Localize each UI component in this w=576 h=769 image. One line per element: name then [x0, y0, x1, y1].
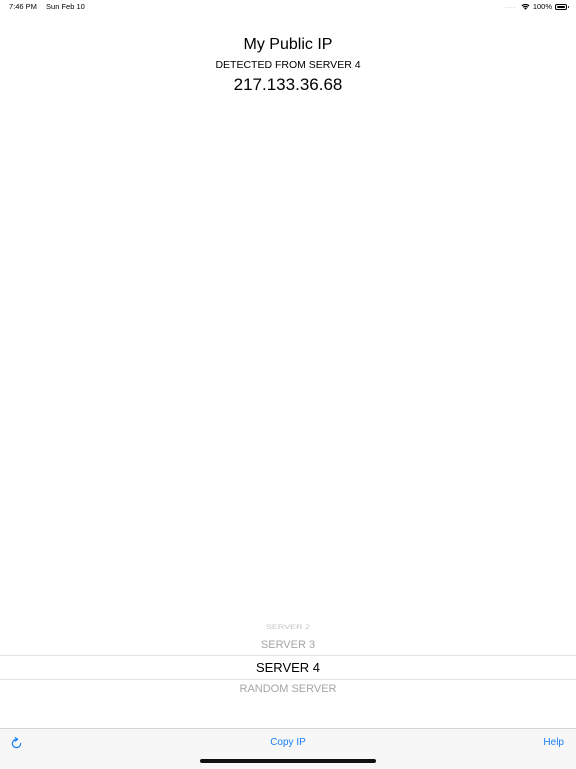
- help-button[interactable]: Help: [543, 737, 564, 748]
- status-left: 7:46 PM Sun Feb 10: [9, 2, 85, 11]
- server-picker[interactable]: SERVER 2 SERVER 3 SERVER 4 RANDOM SERVER: [0, 612, 576, 707]
- picker-selection-line-top: [0, 655, 576, 656]
- picker-item-random-server[interactable]: RANDOM SERVER: [0, 683, 576, 695]
- wifi-icon: [521, 3, 530, 10]
- ip-address: 217.133.36.68: [233, 75, 343, 94]
- status-right: .... 100%: [505, 2, 569, 11]
- page-title: My Public IP: [243, 36, 333, 53]
- status-time: 7:46 PM: [9, 2, 37, 11]
- picker-selection-line-bottom: [0, 679, 576, 680]
- battery-percent: 100%: [532, 2, 552, 11]
- home-indicator: [200, 759, 376, 763]
- battery-icon: [555, 3, 569, 10]
- picker-item-server-4-selected[interactable]: SERVER 4: [0, 660, 576, 675]
- status-date: Sun Feb 10: [46, 2, 85, 11]
- detected-from-label: DETECTED FROM SERVER 4: [215, 59, 361, 71]
- picker-item-server-3[interactable]: SERVER 3: [0, 639, 576, 651]
- copy-ip-button[interactable]: Copy IP: [270, 737, 306, 748]
- status-bar: 7:46 PM Sun Feb 10 .... 100%: [0, 0, 576, 14]
- ip-header: My Public IP DETECTED FROM SERVER 4 217.…: [0, 35, 576, 96]
- copy-ip-button-container: Copy IP: [0, 737, 576, 748]
- signal-icon: ....: [505, 3, 517, 10]
- picker-item-server-2[interactable]: SERVER 2: [0, 624, 576, 631]
